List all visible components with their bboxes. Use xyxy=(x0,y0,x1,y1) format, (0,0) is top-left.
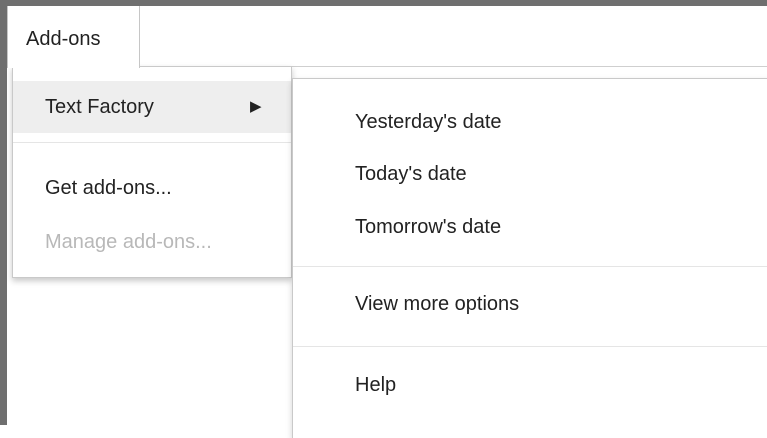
submenu-item-tomorrows-date[interactable]: Tomorrow's date xyxy=(293,215,767,255)
submenu-item-label: Yesterday's date xyxy=(355,111,502,133)
menu-item-get-addons[interactable]: Get add-ons... xyxy=(13,162,291,214)
submenu-item-yesterdays-date[interactable]: Yesterday's date xyxy=(293,110,767,150)
submenu-item-todays-date[interactable]: Today's date xyxy=(293,162,767,202)
submenu-item-label: Help xyxy=(355,374,397,396)
submenu-item-label: View more options xyxy=(355,293,520,315)
submenu-separator xyxy=(293,266,767,267)
submenu-item-label: Tomorrow's date xyxy=(355,216,502,238)
submenu-item-view-more-options[interactable]: View more options xyxy=(293,292,767,332)
menu-item-text-factory[interactable]: Text Factory ▶ xyxy=(13,81,291,133)
menu-addons-tab[interactable]: Add-ons xyxy=(7,6,140,68)
text-factory-submenu: Yesterday's date Today's date Tomorrow's… xyxy=(292,78,767,438)
menu-item-get-addons-label: Get add-ons... xyxy=(45,177,172,199)
menu-item-manage-addons-label: Manage add-ons... xyxy=(45,231,212,253)
menu-addons-label: Add-ons xyxy=(26,28,101,50)
submenu-arrow-icon: ▶ xyxy=(250,98,262,115)
addons-dropdown-menu: Text Factory ▶ Get add-ons... Manage add… xyxy=(12,66,292,278)
submenu-separator xyxy=(293,346,767,347)
menu-separator xyxy=(13,142,291,143)
submenu-item-label: Today's date xyxy=(355,163,467,185)
menu-item-text-factory-label: Text Factory xyxy=(45,96,154,118)
menu-item-manage-addons: Manage add-ons... xyxy=(13,216,291,268)
submenu-item-help[interactable]: Help xyxy=(293,373,767,413)
